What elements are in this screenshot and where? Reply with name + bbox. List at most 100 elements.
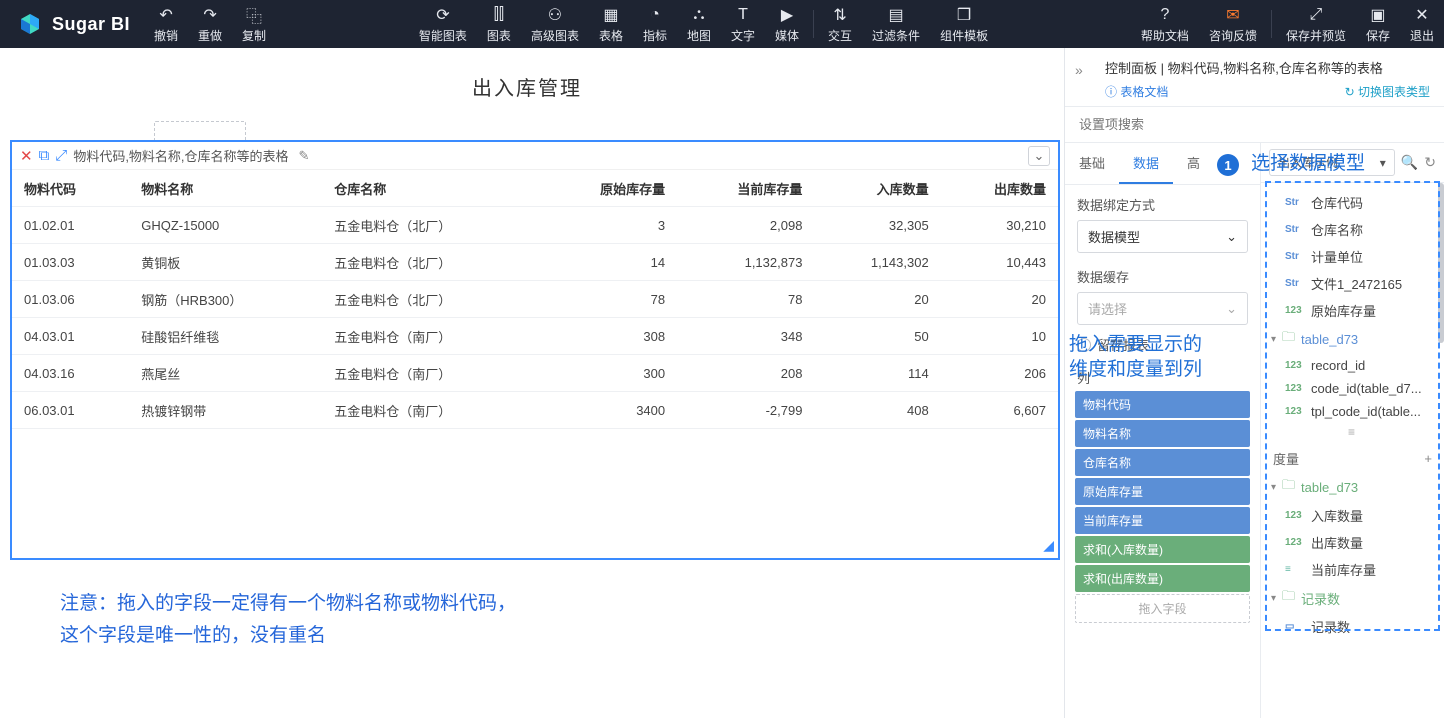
annotation-text-2: 拖入需要显示的维度和度量到列 <box>1069 333 1202 382</box>
binding-label: 数据绑定方式 <box>1077 195 1248 214</box>
chip-drop-zone[interactable]: 拖入字段 <box>1075 594 1250 623</box>
tree-item[interactable]: 123出库数量 <box>1265 529 1440 556</box>
toolbar-table-button[interactable]: ▦表格 <box>589 0 633 48</box>
toolbar-template-button[interactable]: ❒组件模板 <box>930 0 998 48</box>
tab-2[interactable]: 高 <box>1173 143 1214 184</box>
tree-item[interactable]: 123入库数量 <box>1265 502 1440 529</box>
cell: GHQZ-15000 <box>129 207 322 244</box>
tab-1[interactable]: 数据 <box>1119 143 1173 184</box>
toolbar-interact-button[interactable]: ⇅交互 <box>818 0 862 48</box>
resize-handle-icon[interactable]: ◢ <box>1043 537 1054 554</box>
toolbar-exit-button[interactable]: ✕退出 <box>1400 0 1444 48</box>
tree-body[interactable]: Str仓库代码Str仓库名称Str计量单位Str文件1_2472165123原始… <box>1261 183 1444 718</box>
column-header[interactable]: 物料名称 <box>129 170 322 207</box>
topbar: Sugar BI ↶撤销↷重做⿻复制 ⟳智能图表⫿⫿图表⚇高级图表▦表格◔指标⛬… <box>0 0 1444 48</box>
table-widget[interactable]: ✕ ⧉ ⤢ 物料代码,物料名称,仓库名称等的表格 ✎ ⌄ 物料代码物料名称仓库名… <box>10 140 1060 560</box>
toolbar-media-button[interactable]: ▶媒体 <box>765 0 809 48</box>
type-badge: 123 <box>1285 406 1305 417</box>
field-chip[interactable]: 当前库存量 <box>1075 507 1250 534</box>
toolbar-feedback-button[interactable]: ✉咨询反馈 <box>1199 0 1267 48</box>
scrollbar[interactable] <box>1438 183 1444 343</box>
toolbar-map-button[interactable]: ⛬地图 <box>677 0 721 48</box>
tree-item[interactable]: ▭记录数 <box>1265 613 1440 640</box>
tree-item-label: 仓库代码 <box>1311 193 1363 212</box>
toolbar-help-button[interactable]: ?帮助文档 <box>1131 0 1199 48</box>
search-icon[interactable]: 🔍 <box>1401 154 1418 171</box>
field-chip[interactable]: 物料代码 <box>1075 391 1250 418</box>
widget-menu-dropdown[interactable]: ⌄ <box>1028 146 1050 166</box>
cell: 五金电料仓（北厂） <box>322 281 540 318</box>
add-icon[interactable]: + <box>1424 451 1432 466</box>
tree-item[interactable]: 123原始库存量 <box>1265 297 1440 324</box>
copy-icon[interactable]: ⧉ <box>39 147 50 164</box>
toolbar-advchart-button[interactable]: ⚇高级图表 <box>521 0 589 48</box>
cell: 14 <box>540 244 677 281</box>
field-chip[interactable]: 仓库名称 <box>1075 449 1250 476</box>
switch-chart-link[interactable]: ↻ 切换图表类型 <box>1345 83 1430 100</box>
column-header[interactable]: 入库数量 <box>814 170 940 207</box>
tree-group[interactable]: ▾ 🗀 table_d73 <box>1265 472 1440 502</box>
doc-link[interactable]: ⓘ 表格文档 <box>1105 83 1168 100</box>
tree-group[interactable]: ▾ 🗀 记录数 <box>1265 583 1440 613</box>
tree-item[interactable]: 123record_id <box>1265 354 1440 377</box>
field-chip[interactable]: 物料名称 <box>1075 420 1250 447</box>
field-chip[interactable]: 原始库存量 <box>1075 478 1250 505</box>
chevron-down-icon: ▾ <box>1271 334 1276 345</box>
tree-item[interactable]: Str仓库代码 <box>1265 189 1440 216</box>
interact-icon: ⇅ <box>833 5 846 25</box>
column-header[interactable]: 物料代码 <box>12 170 129 207</box>
cell: 78 <box>677 281 814 318</box>
toolbar-filter-button[interactable]: ▤过滤条件 <box>862 0 930 48</box>
toolbar-undo-button[interactable]: ↶撤销 <box>144 0 188 48</box>
toolbar-label: 智能图表 <box>419 27 467 44</box>
table-row[interactable]: 01.02.01GHQZ-15000五金电料仓（北厂）32,09832,3053… <box>12 207 1058 244</box>
tree-item[interactable]: Str文件1_2472165 <box>1265 270 1440 297</box>
column-header[interactable]: 当前库存量 <box>677 170 814 207</box>
toolbar-preview-button[interactable]: ⤢保存并预览 <box>1276 0 1356 48</box>
toolbar-save-button[interactable]: ▣保存 <box>1356 0 1400 48</box>
toolbar-chart-button[interactable]: ⫿⫿图表 <box>477 0 521 48</box>
tree-item[interactable]: ≡当前库存量 <box>1265 556 1440 583</box>
tree-item[interactable]: Str仓库名称 <box>1265 216 1440 243</box>
tree-item-label: 当前库存量 <box>1311 560 1376 579</box>
column-header[interactable]: 出库数量 <box>941 170 1058 207</box>
table-row[interactable]: 04.03.16燕尾丝五金电料仓（南厂）300208114206 <box>12 355 1058 392</box>
drag-handle-icon[interactable]: ≡ <box>1265 423 1440 441</box>
table-row[interactable]: 01.03.03黄铜板五金电料仓（北厂）141,132,8731,143,302… <box>12 244 1058 281</box>
tree-item[interactable]: 123tpl_code_id(table... <box>1265 400 1440 423</box>
toolbar-indicator-button[interactable]: ◔指标 <box>633 0 677 48</box>
field-chip[interactable]: 求和(入库数量) <box>1075 536 1250 563</box>
control-panel: » 控制面板 | 物料代码,物料名称,仓库名称等的表格 ⓘ 表格文档 ↻ 切换图… <box>1064 48 1444 718</box>
table-row[interactable]: 04.03.01硅酸铝纤维毯五金电料仓（南厂）3083485010 <box>12 318 1058 355</box>
toolbar-copy-button[interactable]: ⿻复制 <box>232 0 276 48</box>
canvas[interactable]: 出入库管理 ✕ ⧉ ⤢ 物料代码,物料名称,仓库名称等的表格 ✎ ⌄ 物料代码物… <box>0 48 1064 718</box>
tree-group[interactable]: ▾ 🗀 table_d73 <box>1265 324 1440 354</box>
table-row[interactable]: 06.03.01热镀锌钢带五金电料仓（南厂）3400-2,7994086,607 <box>12 392 1058 429</box>
cell: 五金电料仓（南厂） <box>322 392 540 429</box>
field-chip[interactable]: 求和(出库数量) <box>1075 565 1250 592</box>
exit-icon: ✕ <box>1415 5 1428 25</box>
settings-search-input[interactable] <box>1065 107 1444 142</box>
collapse-panel-icon[interactable]: » <box>1075 62 1083 78</box>
edit-icon[interactable]: ✎ <box>299 148 310 164</box>
logo-icon <box>18 12 42 36</box>
cache-select[interactable]: 请选择⌄ <box>1077 292 1248 325</box>
delete-icon[interactable]: ✕ <box>20 147 33 165</box>
measure-section-label: 度量+ <box>1265 441 1440 472</box>
tab-0[interactable]: 基础 <box>1065 143 1119 184</box>
annotation-badge-1: 1 <box>1217 154 1239 176</box>
binding-select[interactable]: 数据模型⌄ <box>1077 220 1248 253</box>
cell: 钢筋（HRB300） <box>129 281 322 318</box>
tree-item[interactable]: Str计量单位 <box>1265 243 1440 270</box>
refresh-icon[interactable]: ↻ <box>1424 154 1436 171</box>
table-row[interactable]: 01.03.06钢筋（HRB300）五金电料仓（北厂）78782020 <box>12 281 1058 318</box>
toolbar-text-button[interactable]: T文字 <box>721 0 765 48</box>
column-header[interactable]: 原始库存量 <box>540 170 677 207</box>
column-header[interactable]: 仓库名称 <box>322 170 540 207</box>
annotation-text-1: 选择数据模型 <box>1251 152 1365 177</box>
tree-item-label: 入库数量 <box>1311 506 1363 525</box>
toolbar-smart-button[interactable]: ⟳智能图表 <box>409 0 477 48</box>
tree-item[interactable]: 123code_id(table_d7... <box>1265 377 1440 400</box>
expand-icon[interactable]: ⤢ <box>55 147 67 164</box>
toolbar-redo-button[interactable]: ↷重做 <box>188 0 232 48</box>
